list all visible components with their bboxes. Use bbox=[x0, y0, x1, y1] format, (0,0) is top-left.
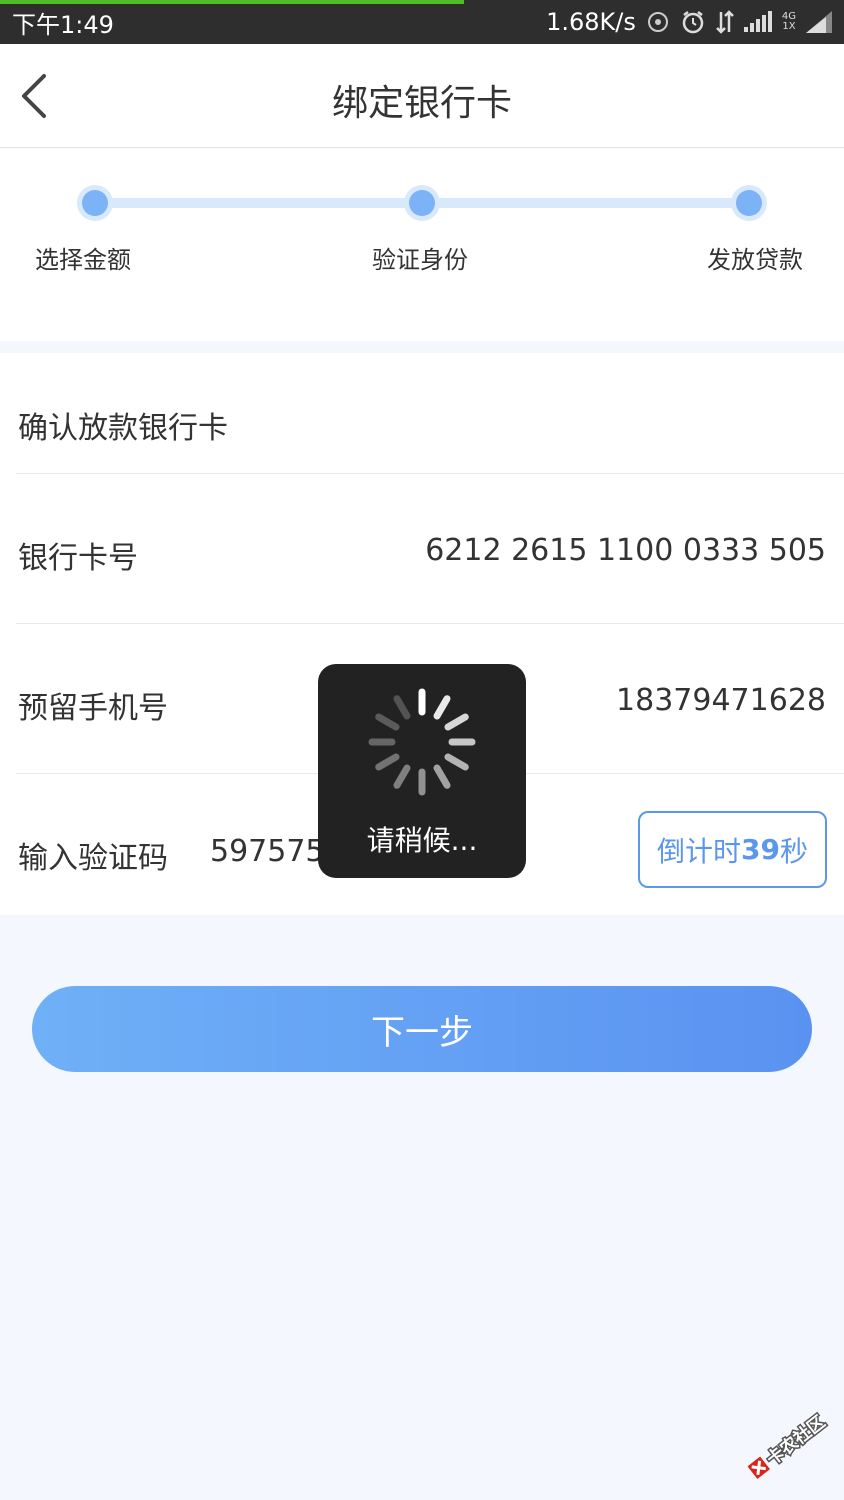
page-load-progress-bar bbox=[0, 0, 465, 4]
loading-text: 请稍候... bbox=[366, 824, 478, 857]
next-step-button[interactable]: 下一步 bbox=[32, 986, 812, 1072]
signal-strength-icon bbox=[806, 11, 832, 33]
network-type: 4G 1X bbox=[781, 11, 796, 32]
status-icons: 1.68K/s 4G 1X bbox=[546, 8, 832, 36]
resend-countdown-button[interactable]: 倒计时 39 秒 bbox=[638, 811, 827, 888]
countdown-seconds: 39 bbox=[741, 833, 780, 866]
bank-card-number: 6212 2615 1100 0333 505 bbox=[425, 533, 826, 568]
divider bbox=[16, 623, 844, 624]
step-dot-2 bbox=[404, 185, 440, 221]
verification-code-input[interactable]: 597575 bbox=[210, 831, 329, 871]
verification-code-label: 输入验证码 bbox=[18, 841, 168, 876]
step-label-verify-identity: 验证身份 bbox=[372, 246, 468, 274]
status-bar: 下午1:49 1.68K/s 4G 1X bbox=[0, 0, 844, 44]
countdown-prefix: 倒计时 bbox=[657, 834, 742, 868]
hotspot-icon bbox=[646, 10, 670, 34]
status-time: 下午1:49 bbox=[12, 10, 114, 39]
title-bar: 绑定银行卡 bbox=[0, 44, 844, 148]
bank-card-label: 银行卡号 bbox=[18, 541, 138, 576]
step-label-select-amount: 选择金额 bbox=[35, 246, 131, 274]
countdown-suffix: 秒 bbox=[779, 834, 808, 868]
loading-toast: 请稍候... bbox=[318, 664, 526, 878]
net-speed: 1.68K/s bbox=[546, 8, 636, 36]
page-title: 绑定银行卡 bbox=[331, 83, 512, 124]
watermark-logo: 卡农社区 bbox=[747, 1410, 831, 1480]
step-dot-3 bbox=[731, 185, 767, 221]
phone-number: 18379471628 bbox=[616, 683, 826, 718]
card-title: 确认放款银行卡 bbox=[18, 411, 228, 446]
loading-spinner-icon bbox=[368, 688, 476, 796]
verification-code-value: 597575 bbox=[210, 833, 325, 869]
phone-label: 预留手机号 bbox=[18, 691, 168, 726]
svg-text:卡农社区: 卡农社区 bbox=[763, 1411, 830, 1469]
signal-icon bbox=[743, 11, 772, 33]
data-transfer-icon bbox=[715, 10, 734, 34]
step-label-disburse-loan: 发放贷款 bbox=[707, 246, 803, 274]
progress-stepper: 选择金额 验证身份 发放贷款 bbox=[0, 148, 844, 341]
divider bbox=[16, 473, 844, 474]
step-dot-1 bbox=[77, 185, 113, 221]
alarm-icon bbox=[680, 9, 706, 35]
